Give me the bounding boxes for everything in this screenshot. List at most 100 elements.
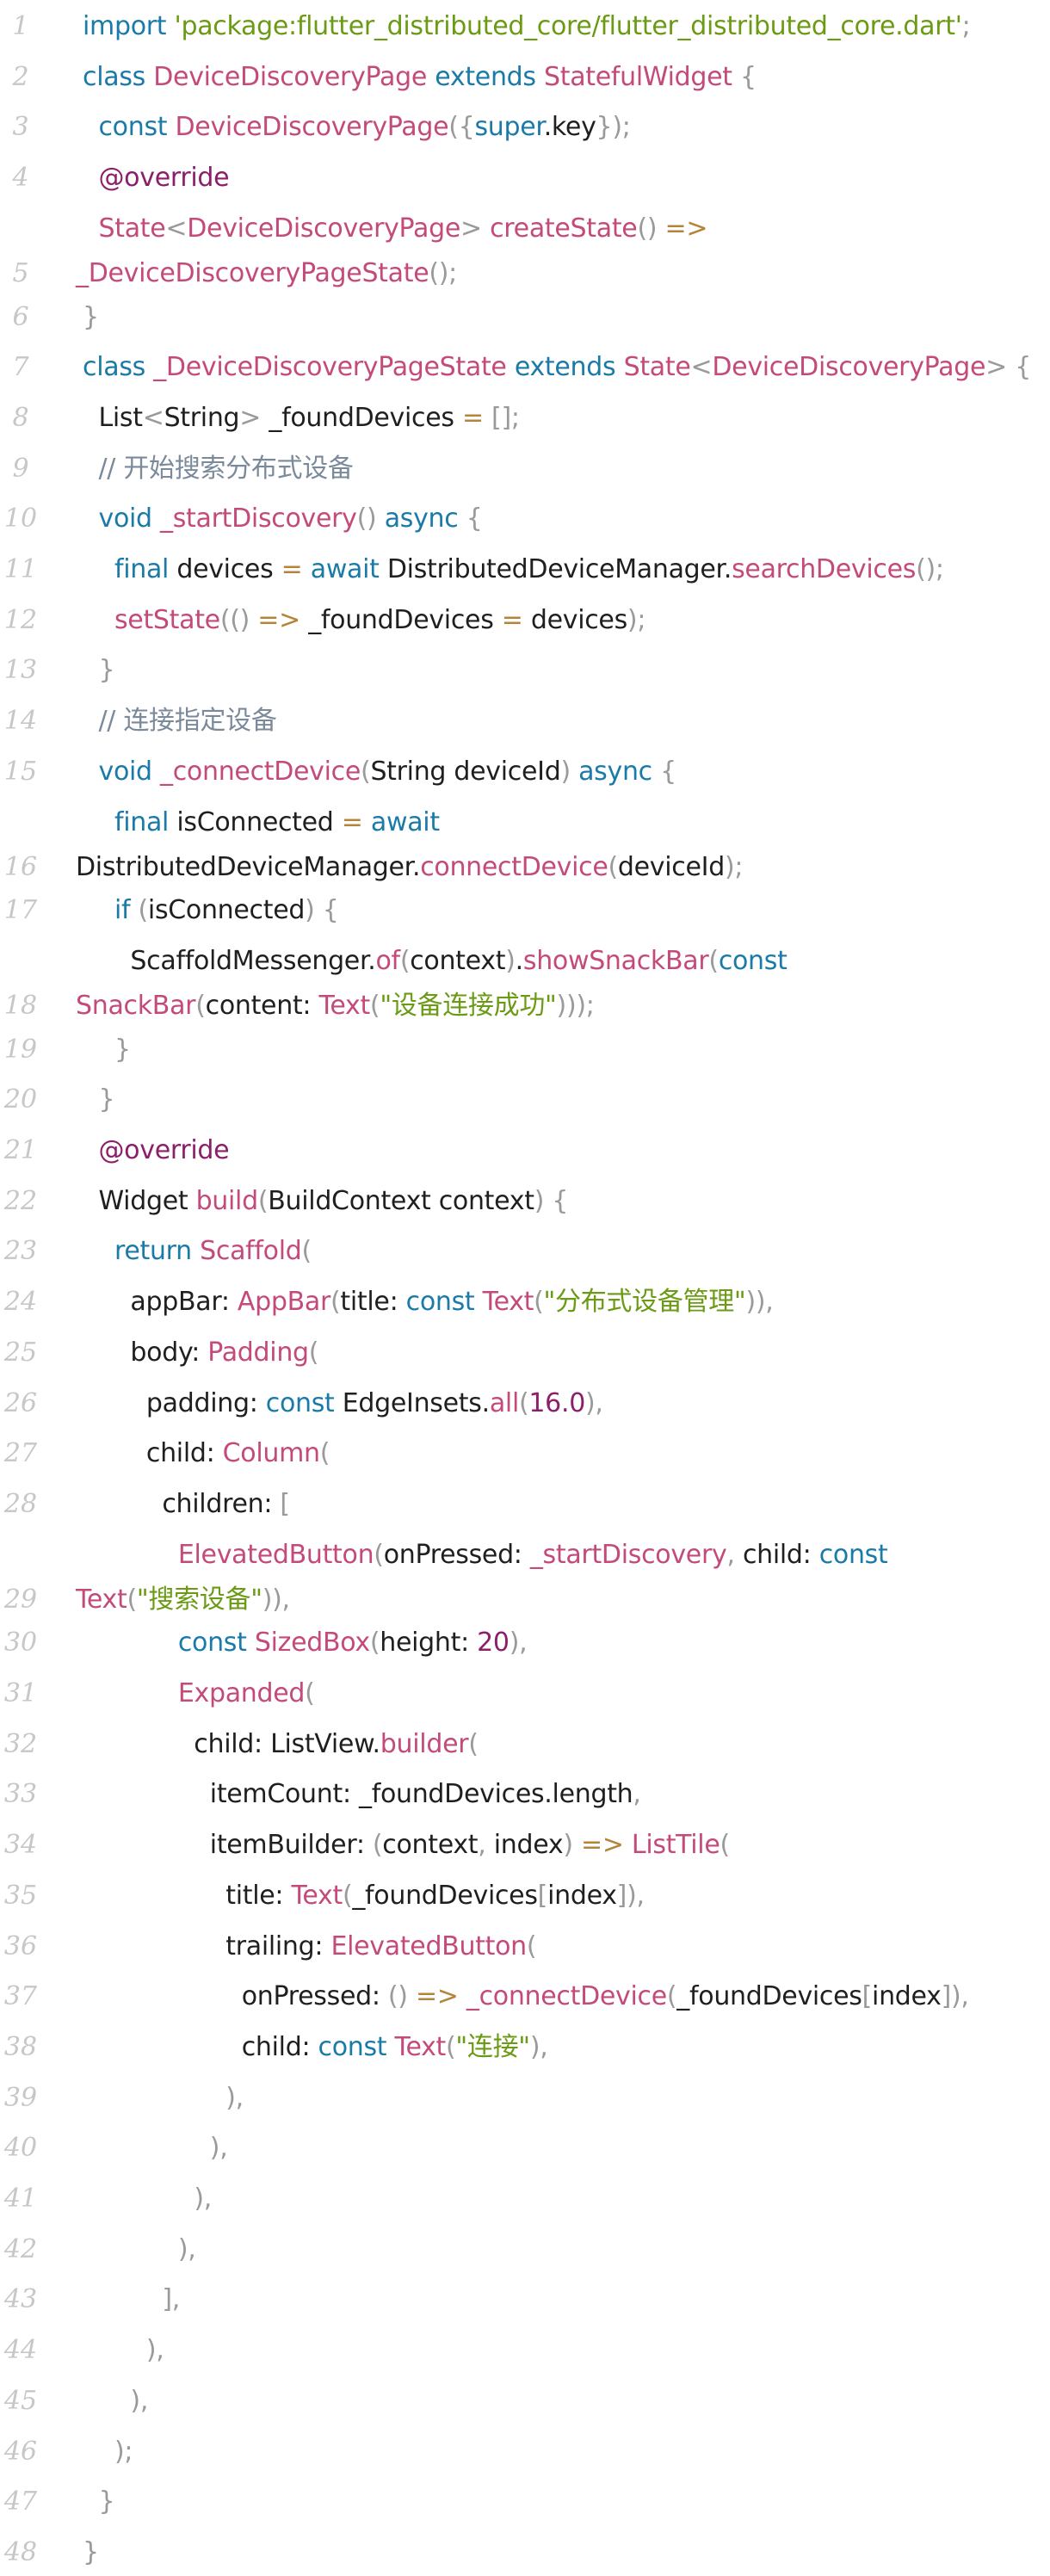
line-number: 11 xyxy=(3,554,38,584)
line-number: 9 xyxy=(12,453,29,484)
code-text: child: const Text("连接"), xyxy=(83,2031,548,2062)
line-number: 26 xyxy=(3,1387,38,1418)
line-number: 33 xyxy=(3,1779,38,1810)
code-text: class _DeviceDiscoveryPageState extends … xyxy=(83,352,1031,383)
code-text: child: ListView.builder( xyxy=(83,1728,479,1759)
line-number: 8 xyxy=(12,402,29,433)
line-number: 36 xyxy=(3,1930,38,1961)
code-text: } xyxy=(114,1034,131,1065)
code-text: if (isConnected) { xyxy=(114,895,339,926)
line-number: 24 xyxy=(3,1287,38,1318)
line-number: 31 xyxy=(3,1678,38,1708)
code-text-wrapped: Text("搜索设备")), xyxy=(76,1584,290,1615)
code-text: const SizedBox(height: 20), xyxy=(177,1628,528,1659)
line-number: 27 xyxy=(3,1438,38,1469)
code-text: void _startDiscovery() async { xyxy=(98,503,483,534)
code-text: List<String> _foundDevices = []; xyxy=(83,402,520,433)
line-number: 6 xyxy=(12,301,29,332)
code-text: } xyxy=(83,301,99,332)
code-text: ElevatedButton(onPressed: _startDiscover… xyxy=(177,1539,888,1570)
code-text: const DeviceDiscoveryPage({super.key}); xyxy=(98,112,631,143)
line-number: 21 xyxy=(3,1135,38,1165)
line-number: 5 xyxy=(12,257,29,288)
code-text-wrapped: DistributedDeviceManager.connectDevice(d… xyxy=(76,851,744,882)
line-number: 25 xyxy=(3,1337,38,1368)
code-text: } xyxy=(98,1084,115,1115)
line-number: 43 xyxy=(3,2284,38,2315)
code-text-wrapped: _DeviceDiscoveryPageState(); xyxy=(76,257,457,288)
line-number: 22 xyxy=(3,1185,38,1216)
line-number: 10 xyxy=(3,503,38,534)
line-number: 35 xyxy=(3,1880,38,1911)
line-number: 3 xyxy=(12,112,29,143)
line-number: 19 xyxy=(3,1034,38,1065)
line-number: 34 xyxy=(3,1830,38,1861)
line-number: 14 xyxy=(3,706,38,737)
line-number: 47 xyxy=(3,2486,38,2517)
code-text-wrapped: SnackBar(content: Text("设备连接成功"))); xyxy=(76,990,595,1021)
code-text: itemCount: _foundDevices.length, xyxy=(83,1779,641,1810)
code-text: } xyxy=(83,2536,99,2567)
code-text: final isConnected = await xyxy=(114,806,440,837)
line-number: 15 xyxy=(3,756,38,787)
code-text: setState(() => _foundDevices = devices); xyxy=(114,604,646,635)
code-text: State<DeviceDiscoveryPage> createState()… xyxy=(98,213,708,244)
line-number: 18 xyxy=(3,990,38,1021)
line-number: 32 xyxy=(3,1728,38,1759)
code-text: import 'package:flutter_distributed_core… xyxy=(83,11,971,41)
code-text: Widget build(BuildContext context) { xyxy=(83,1185,569,1216)
code-text: final devices = await DistributedDeviceM… xyxy=(114,554,944,584)
code-text: ScaffoldMessenger.of(context).showSnackB… xyxy=(83,945,788,976)
code-text: ), xyxy=(145,2335,164,2366)
code-text: children: [ xyxy=(83,1488,290,1519)
code-text: onPressed: () => _connectDevice(_foundDe… xyxy=(83,1981,969,2012)
line-number: 44 xyxy=(3,2335,38,2366)
line-number: 39 xyxy=(3,2082,38,2113)
code-text: ), xyxy=(130,2385,149,2416)
code-text: } xyxy=(98,2486,115,2517)
code-text: @override xyxy=(98,1135,230,1165)
code-text: ), xyxy=(209,2133,228,2164)
code-text: appBar: AppBar(title: const Text("分布式设备管… xyxy=(83,1287,774,1318)
line-number: 48 xyxy=(3,2536,38,2567)
line-number: 20 xyxy=(3,1084,38,1115)
code-text: Expanded( xyxy=(177,1678,315,1708)
line-number: 41 xyxy=(3,2184,38,2214)
code-editor[interactable]: 1 import 'package:flutter_distributed_cor… xyxy=(0,0,1050,2567)
line-number: 2 xyxy=(12,61,29,92)
line-number: 23 xyxy=(3,1236,38,1267)
code-text: ), xyxy=(194,2184,212,2214)
code-text: class DeviceDiscoveryPage extends Statef… xyxy=(83,61,757,92)
code-text: ], xyxy=(162,2284,181,2315)
line-number: 37 xyxy=(3,1981,38,2012)
code-text: // 连接指定设备 xyxy=(98,706,277,737)
line-number: 7 xyxy=(12,352,29,383)
line-number: 46 xyxy=(3,2436,38,2467)
line-number: 17 xyxy=(3,895,38,926)
code-text: return Scaffold( xyxy=(114,1236,312,1267)
line-number: 40 xyxy=(3,2133,38,2164)
line-number: 28 xyxy=(3,1488,38,1519)
code-text: } xyxy=(98,655,115,686)
code-text: ), xyxy=(177,2233,196,2264)
code-text: ), xyxy=(225,2082,244,2113)
code-text: itemBuilder: (context, index) => ListTil… xyxy=(83,1830,730,1861)
line-number: 4 xyxy=(12,163,29,194)
line-number: 13 xyxy=(3,655,38,686)
code-text: void _connectDevice(String deviceId) asy… xyxy=(98,756,676,787)
code-text: title: Text(_foundDevices[index]), xyxy=(83,1880,645,1911)
code-text: child: Column( xyxy=(83,1438,330,1469)
code-text: ); xyxy=(114,2436,133,2467)
line-number: 42 xyxy=(3,2233,38,2264)
code-text: padding: const EdgeInsets.all(16.0), xyxy=(83,1387,603,1418)
line-number: 12 xyxy=(3,604,38,635)
code-text: body: Padding( xyxy=(83,1337,319,1368)
code-text: // 开始搜索分布式设备 xyxy=(98,453,354,484)
line-number: 45 xyxy=(3,2385,38,2416)
code-text: trailing: ElevatedButton( xyxy=(83,1930,537,1961)
line-number: 30 xyxy=(3,1628,38,1659)
line-number: 1 xyxy=(12,11,29,41)
line-number: 16 xyxy=(3,851,38,882)
code-text: @override xyxy=(98,163,230,194)
line-number: 38 xyxy=(3,2031,38,2062)
